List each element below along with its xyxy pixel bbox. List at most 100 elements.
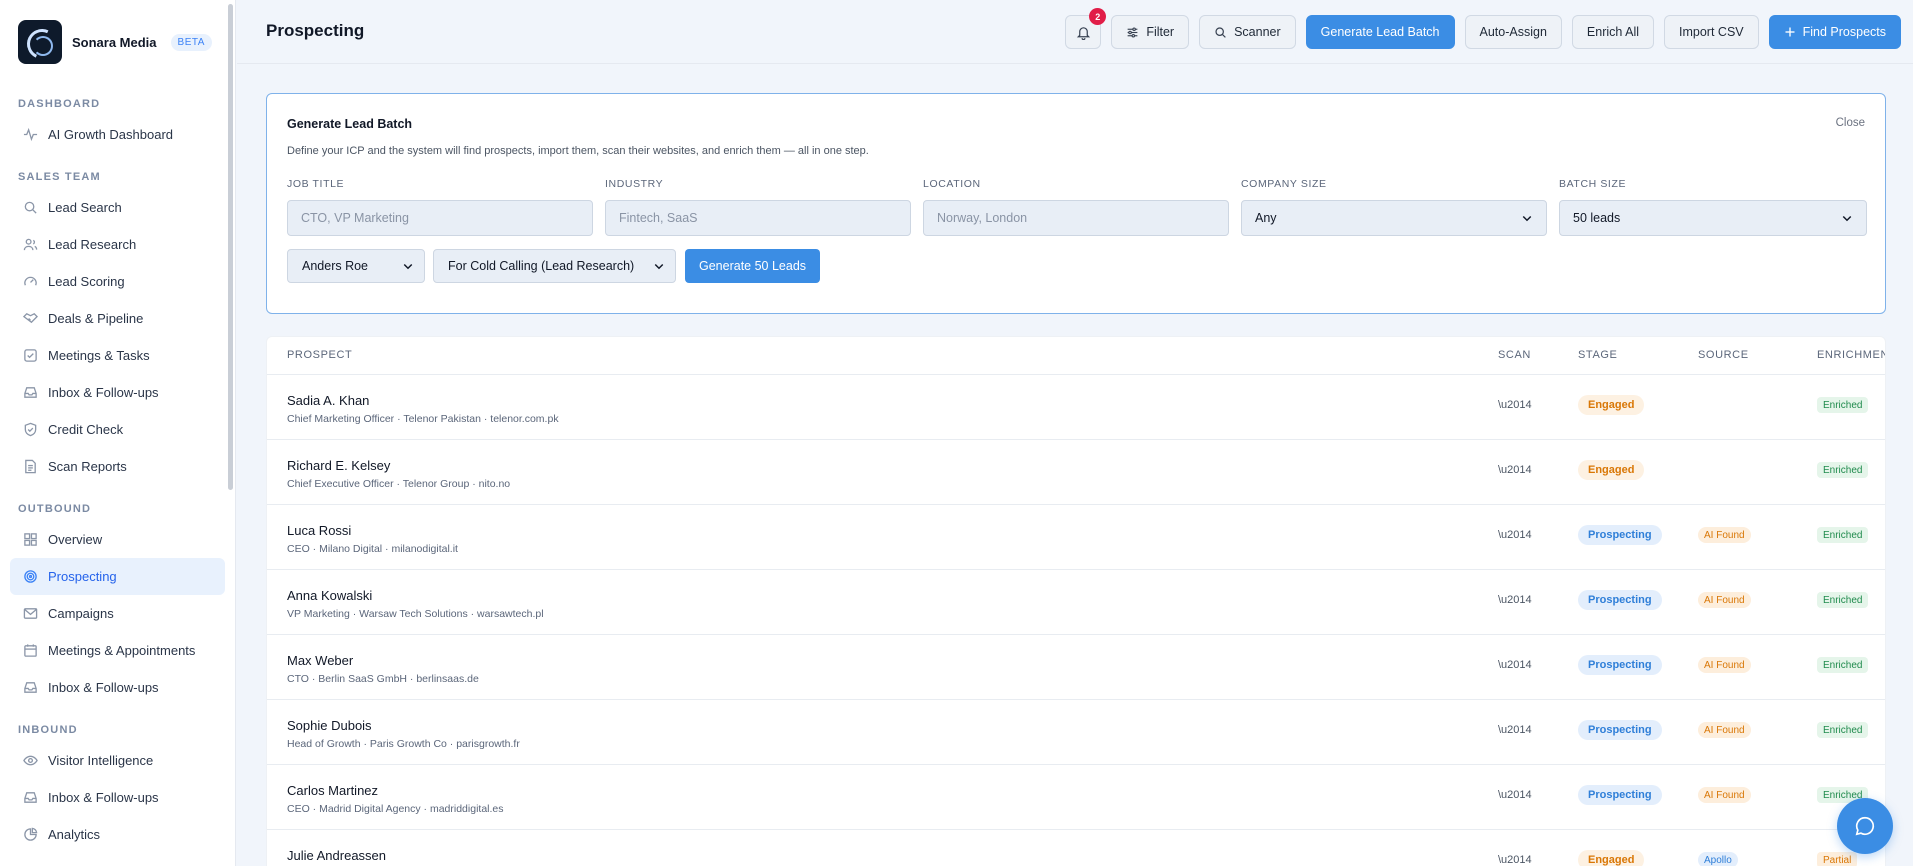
location-input[interactable]: Norway, London [923,200,1229,236]
sidebar-item-meetings-tasks[interactable]: Meetings & Tasks [10,337,225,374]
column-header-prospect[interactable]: PROSPECT [287,349,352,361]
notification-count-badge: 2 [1089,8,1107,25]
source-badge: AI Found [1698,657,1751,673]
sidebar-item-label: Inbox & Follow-ups [48,680,159,695]
sidebar-item-label: Visitor Intelligence [48,753,154,768]
prospect-name[interactable]: Max Weber [287,653,353,668]
job-title-label: JOB TITLE [287,178,345,190]
generate-lead-batch-button[interactable]: Generate Lead Batch [1305,15,1455,49]
sidebar-item-analytics[interactable]: Analytics [10,816,225,853]
sidebar-item-inbox-followups[interactable]: Inbox & Follow-ups [10,374,225,411]
source-badge: AI Found [1698,527,1751,543]
sidebar-item-meetings-appointments[interactable]: Meetings & Appointments [10,632,225,669]
industry-input[interactable]: Fintech, SaaS [605,200,911,236]
handshake-icon [23,311,38,326]
sidebar-item-overview[interactable]: Overview [10,521,225,558]
stage-badge: Engaged [1578,395,1645,415]
find-prospects-button[interactable]: Find Prospects [1768,15,1901,49]
table-row[interactable]: Luca Rossi CEO · Milano Digital · milanod… [267,505,1885,570]
column-header-scan[interactable]: SCAN [1498,349,1531,361]
prospect-name[interactable]: Anna Kowalski [287,588,372,603]
column-header-stage[interactable]: STAGE [1578,349,1617,361]
stage-badge: Engaged [1578,460,1645,480]
batch-size-select[interactable]: 50 leads [1559,200,1867,236]
prospect-meta: Head of Growth · Paris Growth Co · paris… [287,738,520,750]
sidebar-section-sales-team: SALES TEAM Lead Search Lead Research Lea… [0,161,235,485]
table-header: PROSPECT SCAN STAGE SOURCE ENRICHMEN [267,337,1885,375]
sidebar-section-outbound: OUTBOUND Overview Prospecting Campaigns … [0,493,235,706]
sidebar-item-visitor-intelligence[interactable]: Visitor Intelligence [10,742,225,779]
section-label: SALES TEAM [18,171,101,183]
prospect-name[interactable]: Luca Rossi [287,523,351,538]
page-header: Prospecting 2 Filter Scanner Generate Le… [237,0,1913,64]
industry-label: INDUSTRY [605,178,664,190]
stage-badge: Prospecting [1578,590,1662,610]
import-csv-button[interactable]: Import CSV [1664,15,1759,49]
sidebar-item-lead-search[interactable]: Lead Search [10,189,225,226]
sidebar-item-campaigns[interactable]: Campaigns [10,595,225,632]
stage-badge: Prospecting [1578,525,1662,545]
prospect-name[interactable]: Richard E. Kelsey [287,458,390,473]
column-header-source[interactable]: SOURCE [1698,349,1749,361]
prospect-name[interactable]: Sophie Dubois [287,718,372,733]
table-row[interactable]: Max Weber CTO · Berlin SaaS GmbH · berlin… [267,635,1885,700]
sidebar-item-outbound-inbox[interactable]: Inbox & Follow-ups [10,669,225,706]
job-title-input[interactable]: CTO, VP Marketing [287,200,593,236]
auto-assign-button[interactable]: Auto-Assign [1464,15,1562,49]
stage-badge: Prospecting [1578,655,1662,675]
sidebar-item-label: Inbox & Follow-ups [48,385,159,400]
prospect-name[interactable]: Carlos Martinez [287,783,378,798]
brand-name: Sonara Media [72,34,157,50]
sidebar-scrollbar[interactable] [228,4,233,490]
sidebar-item-label: AI Growth Dashboard [48,127,174,142]
scanner-label: Scanner [1234,25,1281,39]
filter-label: Filter [1146,25,1175,39]
stage-badge: Prospecting [1578,720,1662,740]
chat-button[interactable] [1837,798,1893,854]
batch-size-value: 50 leads [1573,211,1621,225]
table-row[interactable]: Carlos Martinez CEO · Madrid Digital Agen… [267,765,1885,830]
filter-button[interactable]: Filter [1111,15,1190,49]
sidebar-item-lead-research[interactable]: Lead Research [10,226,225,263]
purpose-select[interactable]: For Cold Calling (Lead Research) [433,249,676,283]
prospects-table: PROSPECT SCAN STAGE SOURCE ENRICHMEN Sad… [266,336,1886,866]
generate-leads-button[interactable]: Generate 50 Leads [685,249,821,283]
company-size-select[interactable]: Any [1241,200,1547,236]
prospect-meta: CTO · Berlin SaaS GmbH · berlinsaas.de [287,673,479,685]
sidebar-item-label: Scan Reports [48,459,127,474]
table-row[interactable]: Anna Kowalski VP Marketing · Warsaw Tech … [267,570,1885,635]
close-button[interactable]: Close [1836,117,1865,129]
sidebar-item-deals-pipeline[interactable]: Deals & Pipeline [10,300,225,337]
sidebar-item-lead-scoring[interactable]: Lead Scoring [10,263,225,300]
sidebar-item-label: Meetings & Appointments [48,643,196,658]
table-row[interactable]: Julie Andreassen \u2014 Engaged Apollo Parti… [267,830,1885,866]
sidebar-item-inbound-inbox[interactable]: Inbox & Follow-ups [10,779,225,816]
pulse-icon [23,127,38,142]
table-row[interactable]: Sadia A. Khan Chief Marketing Officer · T… [267,375,1885,440]
pie-chart-icon [23,827,38,842]
notifications-button[interactable]: 2 [1065,8,1107,49]
sidebar-item-scan-reports[interactable]: Scan Reports [10,448,225,485]
prospect-meta: CEO · Milano Digital · milanodigital.it [287,543,458,555]
table-row[interactable]: Richard E. Kelsey Chief Executive Officer… [267,440,1885,505]
prospect-name[interactable]: Sadia A. Khan [287,393,369,408]
assignee-select[interactable]: Anders Roe [287,249,425,283]
column-header-enrichment[interactable]: ENRICHMEN [1817,349,1885,361]
scanner-button[interactable]: Scanner [1199,15,1296,49]
table-row[interactable]: Sophie Dubois Head of Growth · Paris Grow… [267,700,1885,765]
chevron-down-icon [653,260,665,272]
scan-value: \u2014 [1498,594,1532,606]
sidebar-item-label: Lead Scoring [48,274,125,289]
chevron-down-icon [1841,212,1853,224]
sidebar-item-ai-growth-dashboard[interactable]: AI Growth Dashboard [10,116,225,153]
find-prospects-label: Find Prospects [1802,25,1886,39]
prospect-meta: VP Marketing · Warsaw Tech Solutions · w… [287,608,544,620]
sidebar-item-prospecting[interactable]: Prospecting [10,558,225,595]
brand[interactable]: Sonara Media BETA [0,0,235,84]
sidebar-item-credit-check[interactable]: Credit Check [10,411,225,448]
sidebar-section-inbound: INBOUND Visitor Intelligence Inbox & Fol… [0,714,235,853]
enrich-all-button[interactable]: Enrich All [1571,15,1655,49]
sidebar-item-label: Credit Check [48,422,124,437]
prospect-name[interactable]: Julie Andreassen [287,848,386,863]
chat-bubble-icon [1854,815,1876,837]
